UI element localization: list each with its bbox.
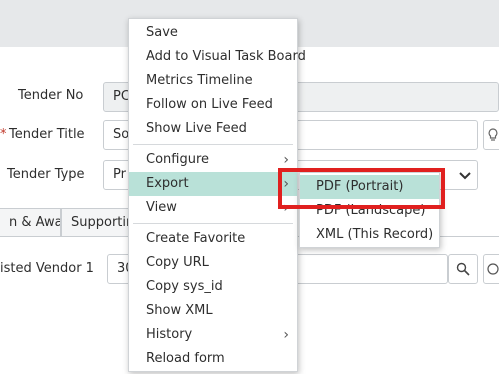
menu-item-label: Add to Visual Task Board xyxy=(146,49,306,64)
tender-type-label: Tender Type xyxy=(7,167,85,182)
menu-item-label: Copy URL xyxy=(146,255,209,270)
required-mark: * xyxy=(0,127,7,142)
menu-item-label: Follow on Live Feed xyxy=(146,97,273,112)
menu-item-add-visual-task-board[interactable]: Add to Visual Task Board xyxy=(129,45,306,69)
menu-item-history[interactable]: History › xyxy=(129,323,297,347)
menu-item-label: Show XML xyxy=(146,303,213,318)
menu-item-show-xml[interactable]: Show XML xyxy=(129,299,297,323)
tab-supporting[interactable]: Supporting xyxy=(61,208,131,237)
annotation-highlight-box xyxy=(278,168,445,209)
tender-no-label: Tender No xyxy=(18,88,84,103)
menu-item-export[interactable]: Export › xyxy=(129,172,297,196)
menu-item-create-favorite[interactable]: Create Favorite xyxy=(129,227,297,251)
tender-title-label: Tender Title xyxy=(9,127,85,142)
lightbulb-icon xyxy=(488,128,498,141)
menu-item-label: History xyxy=(146,327,193,342)
menu-item-show-live-feed[interactable]: Show Live Feed xyxy=(129,117,297,141)
menu-item-follow-live-feed[interactable]: Follow on Live Feed xyxy=(129,93,297,117)
menu-item-label: Reload form xyxy=(146,351,225,366)
chevron-down-icon[interactable] xyxy=(456,166,474,184)
lightbulb-button[interactable] xyxy=(483,120,499,150)
menu-item-metrics-timeline[interactable]: Metrics Timeline xyxy=(129,69,297,93)
vendor-search-button[interactable] xyxy=(448,254,478,284)
listed-vendor-label: isted Vendor 1 xyxy=(0,261,94,276)
vendor-info-button[interactable] xyxy=(483,254,499,284)
submenu-item-xml-this-record[interactable]: XML (This Record) xyxy=(300,223,439,247)
menu-item-label: View xyxy=(146,200,177,215)
menu-separator xyxy=(133,144,293,145)
menu-separator xyxy=(133,223,293,224)
menu-item-label: Show Live Feed xyxy=(146,121,247,136)
menu-item-label: Save xyxy=(146,25,178,40)
menu-item-label: Copy sys_id xyxy=(146,279,223,294)
menu-item-label: Create Favorite xyxy=(146,231,246,246)
menu-item-save[interactable]: Save xyxy=(129,21,297,45)
menu-item-label: Configure xyxy=(146,152,210,167)
menu-item-copy-sys-id[interactable]: Copy sys_id xyxy=(129,275,297,299)
tab-evaluation-award[interactable]: n & Award xyxy=(0,208,61,237)
menu-item-copy-url[interactable]: Copy URL xyxy=(129,251,297,275)
context-menu: Save Add to Visual Task Board Metrics Ti… xyxy=(128,18,306,372)
menu-item-view[interactable]: View › xyxy=(129,196,297,220)
chevron-right-icon: › xyxy=(283,327,289,343)
menu-item-label: Export xyxy=(146,176,189,191)
search-icon xyxy=(456,262,470,276)
info-icon xyxy=(487,263,499,275)
menu-item-configure[interactable]: Configure › xyxy=(129,148,297,172)
menu-item-reload-form[interactable]: Reload form xyxy=(129,347,297,371)
menu-item-label: Metrics Timeline xyxy=(146,73,253,88)
